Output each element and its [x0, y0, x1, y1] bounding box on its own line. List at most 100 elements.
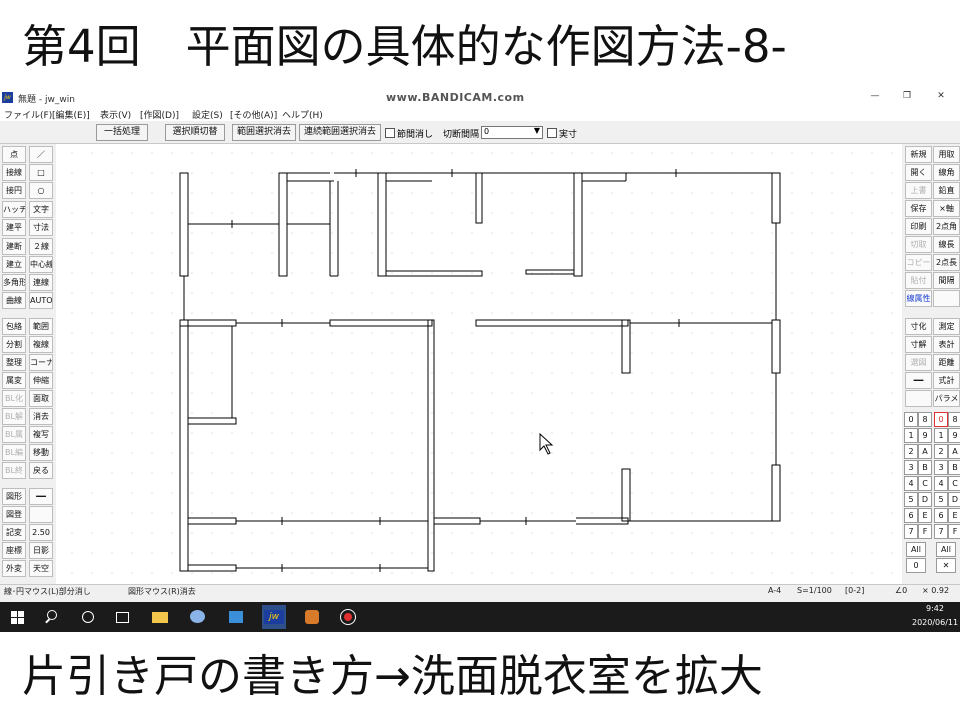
browser-icon[interactable] [188, 607, 208, 627]
tool-button[interactable]: 多角形 [2, 274, 26, 291]
jww-app-icon[interactable]: jw [262, 605, 286, 629]
tool-button[interactable]: 整理 [2, 354, 26, 371]
layer-button[interactable]: 9 [918, 428, 932, 443]
layer-button[interactable]: 0 [934, 412, 948, 427]
tool-button[interactable]: 間隔 [933, 272, 960, 289]
tool-button[interactable]: 図登 [2, 506, 26, 523]
tool-button[interactable]: 接円 [2, 182, 26, 199]
tool-button[interactable]: 線属性 [905, 290, 932, 307]
clock-time[interactable]: 9:42 [926, 604, 944, 613]
status-paper[interactable]: A-4 [768, 586, 781, 595]
minimize-button[interactable]: — [868, 91, 882, 101]
tool-button[interactable]: 線長 [933, 236, 960, 253]
batch-process-button[interactable]: 一括処理 [96, 124, 148, 141]
tool-button[interactable]: 伸縮 [29, 372, 53, 389]
menu-view[interactable]: 表示(V) [100, 108, 131, 121]
status-scale[interactable]: S=1/100 [797, 586, 832, 595]
search-icon[interactable] [42, 607, 62, 627]
status-zoom[interactable]: × 0.92 [922, 586, 949, 595]
continuous-range-erase-button[interactable]: 連続範囲選択消去 [299, 124, 381, 141]
tool-button[interactable]: 文字 [29, 201, 53, 218]
layer-zero-button[interactable]: 0 [906, 558, 926, 573]
tool-button[interactable]: 上書 [905, 182, 932, 199]
layer-button[interactable]: B [948, 460, 960, 475]
tool-button[interactable]: 距離 [933, 354, 960, 371]
layer-button[interactable]: F [948, 524, 960, 539]
clock-date[interactable]: 2020/06/11 [912, 618, 958, 627]
menu-edit[interactable]: [編集(E)] [52, 108, 90, 121]
select-order-button[interactable]: 選択順切替 [165, 124, 225, 141]
menu-file[interactable]: ファイル(F) [4, 108, 52, 121]
layer-button[interactable]: 6 [904, 508, 918, 523]
tool-button[interactable]: □ [29, 164, 53, 181]
drawing-canvas[interactable] [56, 144, 902, 584]
tool-button[interactable]: 切取 [905, 236, 932, 253]
tool-button[interactable]: BL解 [2, 408, 26, 425]
tool-button[interactable]: 新規 [905, 146, 932, 163]
maximize-button[interactable]: ❐ [900, 91, 914, 101]
tool-button[interactable]: BL編 [2, 444, 26, 461]
tool-button[interactable]: 図形 [2, 488, 26, 505]
tool-button[interactable]: 建平 [2, 219, 26, 236]
menu-other[interactable]: [その他(A)] [230, 108, 277, 121]
tool-button[interactable]: 鉛直 [933, 182, 960, 199]
tool-button[interactable]: 印刷 [905, 218, 932, 235]
tool-button[interactable]: 用取 [933, 146, 960, 163]
tool-button[interactable]: 面取 [29, 390, 53, 407]
tool-button[interactable] [905, 390, 932, 407]
tool-button[interactable]: AUTO [29, 292, 53, 309]
gap-select[interactable]: 0 ▼ [481, 126, 543, 139]
tool-button[interactable]: ×軸 [933, 200, 960, 217]
layer-button[interactable]: 5 [934, 492, 948, 507]
tool-button[interactable]: 移動 [29, 444, 53, 461]
range-erase-button[interactable]: 範囲選択消去 [232, 124, 296, 141]
record-icon[interactable] [338, 607, 358, 627]
layer-button[interactable]: C [918, 476, 932, 491]
tool-button[interactable]: 建立 [2, 256, 26, 273]
tool-button[interactable]: 2点角 [933, 218, 960, 235]
tool-button[interactable]: 2.50 [29, 524, 53, 541]
layer-button[interactable]: 1 [904, 428, 918, 443]
menu-help[interactable]: ヘルプ(H) [282, 108, 323, 121]
close-button[interactable]: ✕ [934, 91, 948, 101]
tool-button[interactable]: パラメ [933, 390, 960, 407]
layer-button[interactable]: B [918, 460, 932, 475]
layer-button[interactable]: F [918, 524, 932, 539]
tool-button[interactable]: 貼付 [905, 272, 932, 289]
tool-button[interactable]: ○ [29, 182, 53, 199]
menu-settings[interactable]: 設定(S) [192, 108, 223, 121]
layer-button[interactable]: 1 [934, 428, 948, 443]
tool-button[interactable]: 日影 [29, 542, 53, 559]
tool-button[interactable]: 分割 [2, 336, 26, 353]
layer-button[interactable]: 7 [934, 524, 948, 539]
status-angle[interactable]: ∠0 [895, 586, 907, 595]
tool-button[interactable]: 選図 [905, 354, 932, 371]
tool-button[interactable]: 外変 [2, 560, 26, 577]
tool-button[interactable]: 保存 [905, 200, 932, 217]
status-layer[interactable]: [0-2] [845, 586, 864, 595]
tool-button[interactable]: 連線 [29, 274, 53, 291]
layer-button[interactable]: 6 [934, 508, 948, 523]
task-view-icon[interactable] [112, 607, 132, 627]
file-explorer-icon[interactable] [150, 607, 170, 627]
layer-button[interactable]: 7 [904, 524, 918, 539]
tool-button[interactable]: 記変 [2, 524, 26, 541]
layer-button[interactable]: 0 [904, 412, 918, 427]
tool-button[interactable]: 測定 [933, 318, 960, 335]
tool-button[interactable]: 範囲 [29, 318, 53, 335]
tool-button[interactable]: 点 [2, 146, 26, 163]
layer-button[interactable]: E [948, 508, 960, 523]
layer-button[interactable]: E [918, 508, 932, 523]
tool-button[interactable]: BL化 [2, 390, 26, 407]
tool-button[interactable]: 消去 [29, 408, 53, 425]
tool-button[interactable]: 中心線 [29, 256, 53, 273]
store-icon[interactable] [226, 607, 246, 627]
tool-button[interactable] [933, 290, 960, 307]
layer-group-all-button[interactable]: All [936, 542, 956, 557]
tool-button[interactable]: 複線 [29, 336, 53, 353]
tool-button[interactable]: 線角 [933, 164, 960, 181]
tool-button[interactable]: BL属 [2, 426, 26, 443]
layer-button[interactable]: 2 [904, 444, 918, 459]
layer-button[interactable]: 3 [904, 460, 918, 475]
tool-button[interactable]: 曲線 [2, 292, 26, 309]
